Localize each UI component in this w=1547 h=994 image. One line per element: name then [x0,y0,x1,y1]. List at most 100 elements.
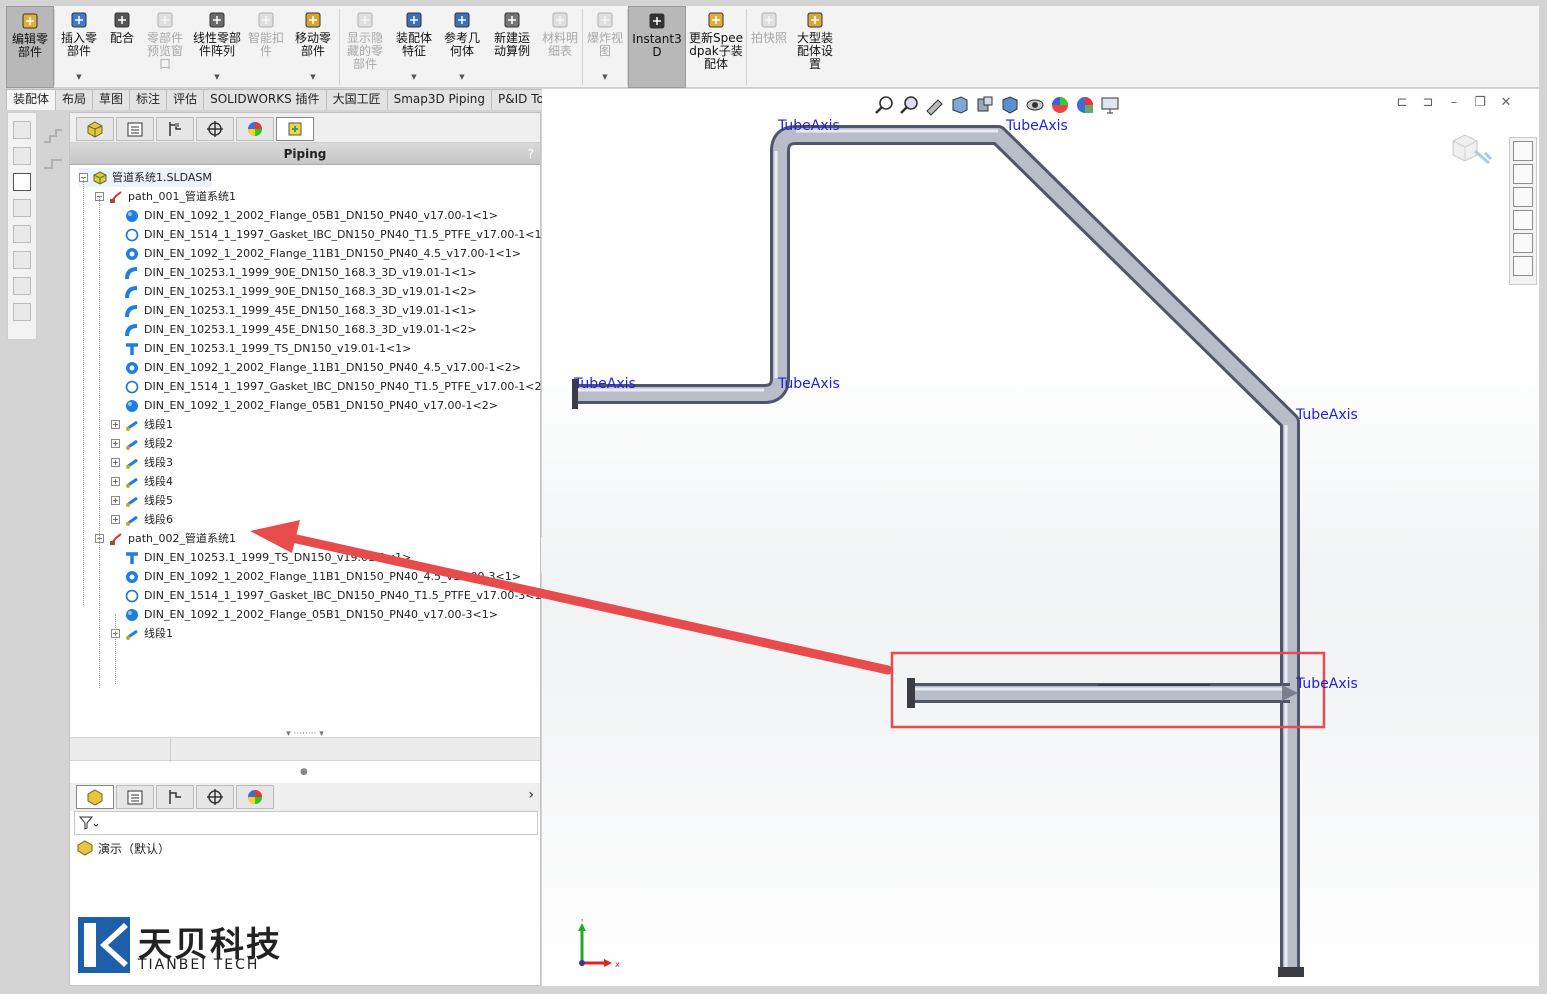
chevron-right-icon[interactable]: › [528,787,534,803]
display-manager-tab[interactable] [236,117,274,141]
toolbar-icon-6[interactable] [13,251,31,269]
tree-item[interactable]: + 线段2 [111,434,173,453]
tree-item[interactable]: DIN_EN_10253.1_1999_90E_DN150_168.3_3D_v… [111,263,477,282]
tube-axis-label-2[interactable]: TubeAxis [1006,118,1068,134]
configuration-item[interactable]: 演示（默认） [76,839,170,857]
tab-5[interactable]: SOLIDWORKS 插件 [203,89,327,110]
tube-axis-label-4[interactable]: TubeAxis [778,376,840,392]
tab-4[interactable]: 评估 [166,89,205,110]
tree-item[interactable]: − 管道系统1.SLDASM [79,168,212,187]
tab-3[interactable]: 标注 [129,89,168,110]
filter-icon[interactable] [78,815,99,831]
bill-of-materials-button[interactable]: 材料明细表 [538,6,582,88]
dropdown-arrow-icon[interactable]: ▼ [411,71,416,84]
expand-toggle-icon[interactable]: + [111,515,120,524]
toolbar-icon-1[interactable] [13,121,31,139]
expand-toggle-icon[interactable]: + [111,458,120,467]
lower-display-tab[interactable] [236,785,274,809]
toolbar-icon-5[interactable] [13,225,31,243]
tree-item[interactable]: DIN_EN_1092_1_2002_Flange_05B1_DN150_PN4… [111,605,498,624]
flange-bottom[interactable] [1278,967,1304,977]
tree-item[interactable]: − path_002_管道系统1 [95,529,236,548]
tree-item[interactable]: DIN_EN_1514_1_1997_Gasket_IBC_DN150_PN40… [111,586,551,605]
toolbar-icon-4[interactable] [13,199,31,217]
dropdown-arrow-icon[interactable]: ▼ [310,71,315,84]
tree-item[interactable]: + 线段3 [111,453,173,472]
tree-item[interactable]: + 线段5 [111,491,173,510]
tree-item[interactable]: + 线段6 [111,510,173,529]
tree-item[interactable]: − path_001_管道系统1 [95,187,236,206]
insert-component-button[interactable]: 插入零部件 ▼ [55,6,103,88]
piping-tab[interactable] [276,117,314,141]
show-hidden-button[interactable]: 显示隐藏的零部件 [340,6,390,88]
tab-1[interactable]: 布局 [55,89,94,110]
toolbar-icon-8[interactable] [13,303,31,321]
tree-item[interactable]: DIN_EN_10253.1_1999_90E_DN150_168.3_3D_v… [111,282,477,301]
update-speedpak-button[interactable]: 更新Speedpak子装配体 [686,6,746,88]
lower-property-tab[interactable] [116,785,154,809]
component-preview-icon [157,12,173,28]
feature-manager-tab[interactable] [76,117,114,141]
panel-splitter-handle[interactable]: ● [300,767,308,777]
dropdown-arrow-icon[interactable]: ▼ [214,71,219,84]
expand-toggle-icon[interactable]: + [111,439,120,448]
lower-configuration-tab[interactable] [156,785,194,809]
expand-toggle-icon[interactable]: + [111,477,120,486]
exploded-view-button[interactable]: 爆炸视图 ▼ [583,6,627,88]
toolbar-icon-2[interactable] [13,147,31,165]
tree-item[interactable]: DIN_EN_1514_1_1997_Gasket_IBC_DN150_PN40… [111,225,551,244]
path-001-pipes[interactable] [572,125,1304,977]
component-preview-button[interactable]: 零部件预览窗口 [141,6,189,88]
configuration-manager-tab[interactable] [156,117,194,141]
tube-axis-label-1[interactable]: TubeAxis [778,118,840,134]
tab-6[interactable]: 大国工匠 [325,89,388,110]
tree-item[interactable]: DIN_EN_10253.1_1999_45E_DN150_168.3_3D_v… [111,301,477,320]
tree-item[interactable]: DIN_EN_10253.1_1999_45E_DN150_168.3_3D_v… [111,320,477,339]
tree-item[interactable]: + 线段1 [111,415,173,434]
tube-axis-label-6[interactable]: TubeAxis [1296,676,1358,692]
tree-item[interactable]: DIN_EN_1092_1_2002_Flange_11B1_DN150_PN4… [111,567,521,586]
dropdown-arrow-icon[interactable]: ▼ [459,71,464,84]
dimxpert-tab[interactable] [196,117,234,141]
tree-item[interactable]: DIN_EN_1092_1_2002_Flange_11B1_DN150_PN4… [111,244,521,263]
tree-item[interactable]: DIN_EN_10253.1_1999_TS_DN150_v19.01-1<1> [111,339,411,358]
tree-item[interactable]: + 线段4 [111,472,173,491]
expand-toggle-icon[interactable]: + [111,496,120,505]
tube-axis-label-3[interactable]: TubeAxis [574,376,636,392]
flange-branch[interactable] [907,678,915,708]
edit-component-button[interactable]: 编辑零部件 [6,6,54,88]
toolbar-icon-7[interactable] [13,277,31,295]
tree-item[interactable]: DIN_EN_1092_1_2002_Flange_05B1_DN150_PN4… [111,206,498,225]
tube-axis-label-5[interactable]: TubeAxis [1296,407,1358,423]
new-motion-study-button[interactable]: 新建运动算例 [486,6,538,88]
smart-fastener-button[interactable]: 智能扣件 [245,6,287,88]
path-002-pipes[interactable] [907,678,1298,708]
mate-button[interactable]: 配合 [103,6,141,88]
graphics-viewport[interactable]: ⊏ ⊐ – ❐ ✕ TubeAxis TubeAxis TubeAxis Tub… [542,89,1539,986]
move-component-button[interactable]: 移动零部件 ▼ [287,6,339,88]
assembly-feature-button[interactable]: 装配体特征 ▼ [390,6,438,88]
large-assembly-button[interactable]: 大型装配体设置 [791,6,839,88]
property-manager-tab[interactable] [116,117,154,141]
tab-7[interactable]: Smap3D Piping [386,89,493,110]
tree-item[interactable]: DIN_EN_10253.1_1999_TS_DN150_v19.01-1<1> [111,548,411,567]
tree-item-label: DIN_EN_1092_1_2002_Flange_05B1_DN150_PN4… [144,209,498,222]
tree-item[interactable]: + 线段1 [111,624,173,643]
tab-0[interactable]: 装配体 [6,89,57,110]
filter-input[interactable] [74,811,538,835]
dropdown-arrow-icon[interactable]: ▼ [76,71,81,84]
dropdown-arrow-icon[interactable]: ▼ [602,71,607,84]
lower-dimxpert-tab[interactable] [196,785,234,809]
toolbar-icon-3[interactable] [13,173,31,191]
snapshot-button[interactable]: 拍快照 [747,6,791,88]
reference-geometry-button[interactable]: 参考几何体 ▼ [438,6,486,88]
tab-2[interactable]: 草图 [92,89,131,110]
expand-toggle-icon[interactable]: + [111,420,120,429]
help-button[interactable]: ? [528,143,534,165]
tree-item[interactable]: DIN_EN_1092_1_2002_Flange_05B1_DN150_PN4… [111,396,498,415]
tree-item[interactable]: DIN_EN_1514_1_1997_Gasket_IBC_DN150_PN40… [111,377,551,396]
instant3d-button[interactable]: Instant3D [628,6,686,88]
linear-pattern-button[interactable]: 线性零部件阵列 ▼ [189,6,245,88]
lower-feature-tab[interactable] [76,785,114,809]
tree-item[interactable]: DIN_EN_1092_1_2002_Flange_11B1_DN150_PN4… [111,358,521,377]
